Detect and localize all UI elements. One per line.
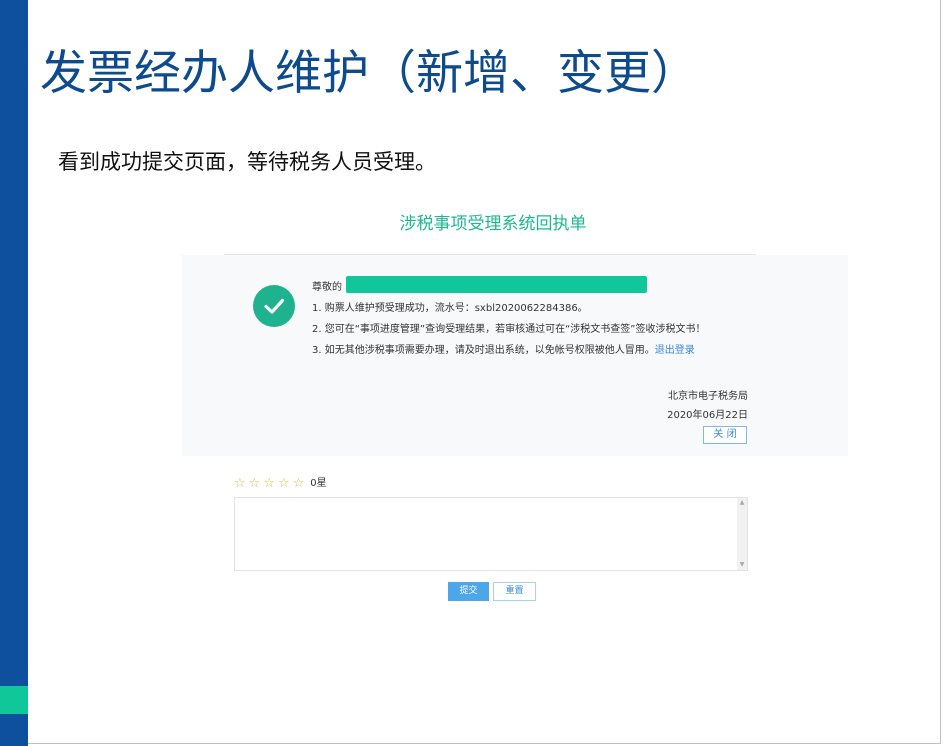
submit-button[interactable]: 提交 (448, 582, 489, 601)
logout-link[interactable]: 退出登录 (655, 345, 695, 356)
comment-scrollbar[interactable]: ▲ ▼ (737, 498, 747, 570)
receipt-line-3: 3. 如无其他涉税事项需要办理，请及时退出系统，以免帐号权限被他人冒用。退出登录 (312, 344, 695, 358)
star-outline-icon[interactable]: ☆ (234, 477, 246, 491)
star-outline-icon[interactable]: ☆ (293, 477, 305, 491)
receipt-line-3-text: 3. 如无其他涉税事项需要办理，请及时退出系统，以免帐号权限被他人冒用。 (312, 345, 655, 356)
slide-title: 发票经办人维护（新增、变更） (40, 46, 698, 101)
redacted-name-block (346, 276, 647, 293)
slide-side-bar (0, 0, 28, 746)
slide-subtitle: 看到成功提交页面，等待税务人员受理。 (58, 150, 436, 174)
scroll-down-arrow-icon[interactable]: ▼ (737, 560, 747, 570)
rating-value: 0星 (310, 478, 327, 489)
close-button[interactable]: 关 闭 (703, 426, 747, 444)
star-outline-icon[interactable]: ☆ (263, 477, 275, 491)
scroll-up-arrow-icon[interactable]: ▲ (737, 498, 747, 508)
star-outline-icon[interactable]: ☆ (249, 477, 261, 491)
receipt-line-2: 2. 您可在“事项进度管理”查询受理结果，若审核通过可在“涉税文书查签”签收涉税… (312, 324, 706, 335)
receipt-date: 2020年06月22日 (667, 410, 748, 421)
receipt-greeting: 尊敬的 (312, 282, 342, 293)
star-rating: ☆ ☆ ☆ ☆ ☆ 0星 (234, 477, 327, 491)
receipt-organization: 北京市电子税务局 (668, 391, 748, 402)
comment-textarea[interactable] (234, 497, 748, 571)
reset-button[interactable]: 重置 (493, 582, 536, 601)
receipt-title: 涉税事项受理系统回执单 (399, 214, 587, 234)
slide-side-accent (0, 686, 28, 714)
check-circle-icon (253, 285, 295, 327)
receipt-line-1: 1. 购票人维护预受理成功，流水号：sxbl2020062284386。 (312, 303, 588, 314)
star-outline-icon[interactable]: ☆ (278, 477, 290, 491)
checkmark-icon (264, 298, 285, 314)
